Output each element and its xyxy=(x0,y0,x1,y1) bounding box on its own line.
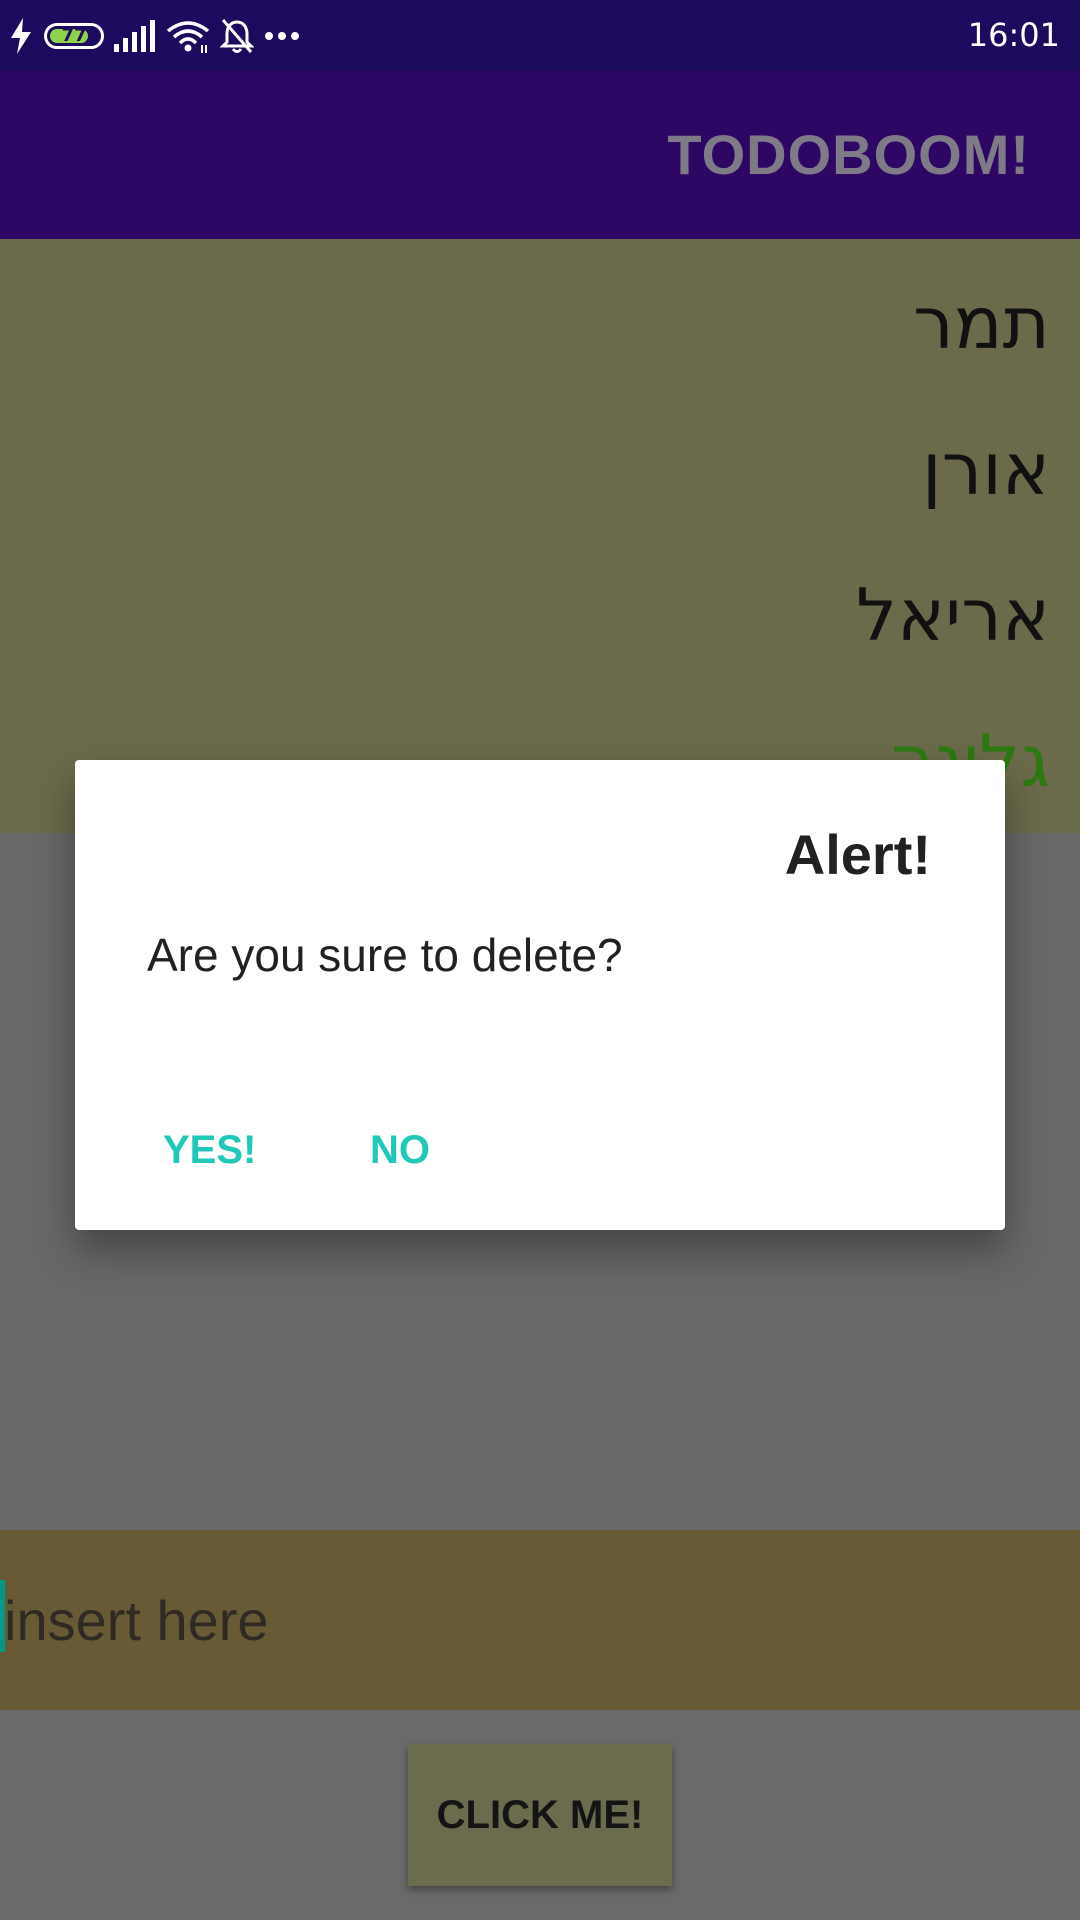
click-me-button[interactable]: CLICK ME! xyxy=(408,1744,672,1886)
text-cursor xyxy=(0,1580,5,1652)
status-icons: 77 xyxy=(8,0,300,71)
alert-dialog: Alert! Are you sure to delete? YES! NO xyxy=(75,760,1005,1230)
dialog-title: Alert! xyxy=(784,823,931,886)
list-item[interactable]: אורן xyxy=(922,427,1050,511)
todo-input[interactable] xyxy=(0,1530,1080,1710)
status-bar: 77 16:01 xyxy=(0,0,1080,71)
battery-level-label: 77 xyxy=(61,25,87,46)
app-title: TODOBOOM! xyxy=(667,123,1030,186)
notifications-off-icon xyxy=(220,18,254,53)
signal-icon xyxy=(114,19,155,52)
wifi-icon xyxy=(166,20,210,53)
dialog-message: Are you sure to delete? xyxy=(147,929,623,981)
battery-icon: 77 xyxy=(44,22,104,49)
todo-list: תמר אורן אריאל גלינה xyxy=(0,239,1080,833)
input-bar xyxy=(0,1530,1080,1710)
app-bar: TODOBOOM! xyxy=(0,71,1080,239)
list-item[interactable]: תמר xyxy=(913,281,1050,365)
charging-bolt-icon xyxy=(11,17,31,54)
status-time: 16:01 xyxy=(967,16,1060,54)
yes-button[interactable]: YES! xyxy=(163,1110,256,1190)
no-button[interactable]: NO xyxy=(370,1110,430,1190)
list-item[interactable]: אריאל xyxy=(856,573,1050,657)
more-dots-icon xyxy=(265,31,299,40)
